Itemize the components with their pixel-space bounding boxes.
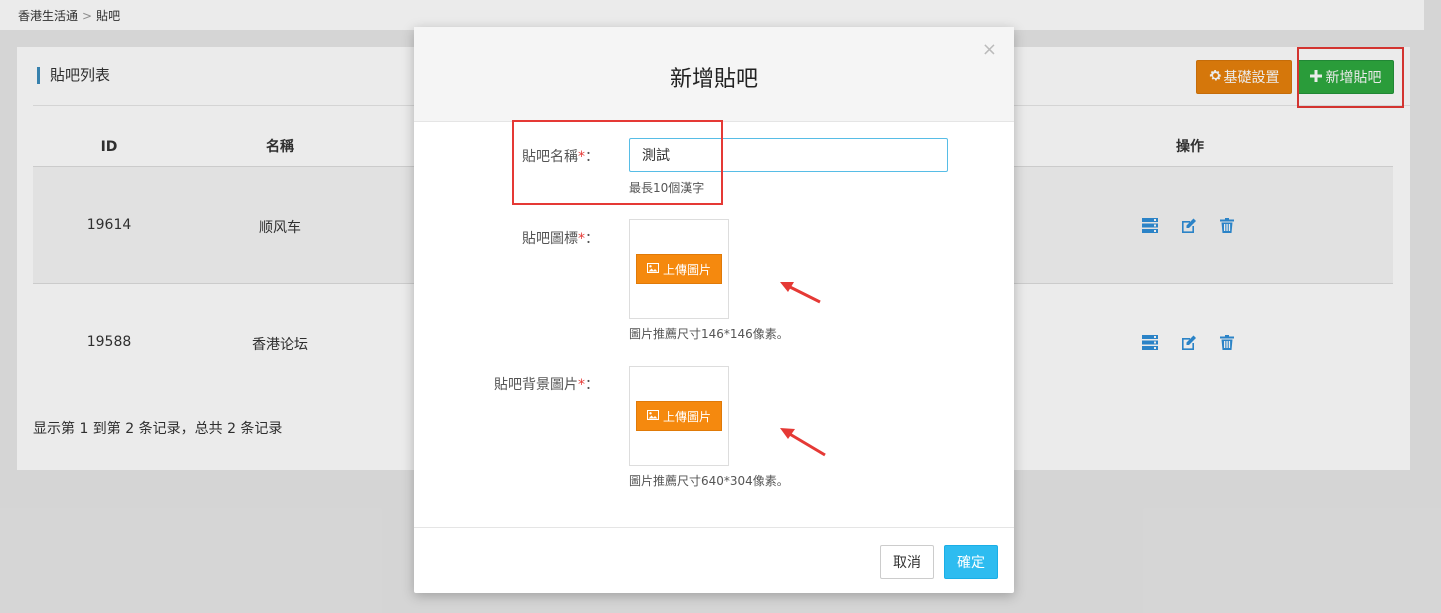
- tieba-icon-upload-button[interactable]: 上傳圖片: [636, 254, 722, 284]
- modal-footer: 取消 確定: [414, 527, 1014, 593]
- confirm-button[interactable]: 確定: [944, 545, 998, 579]
- tieba-icon-upload-box: 上傳圖片: [629, 219, 729, 319]
- add-tieba-modal: 新增貼吧 × 貼吧名稱*： 最長10個漢字 貼吧圖標*： 上傳圖片 圖片推薦尺寸…: [414, 27, 1014, 593]
- annotation-arrow-icon: [780, 428, 826, 457]
- upload-label: 上傳圖片: [662, 262, 711, 277]
- annotation-highlight-box: [512, 120, 723, 205]
- tieba-background-upload-box: 上傳圖片: [629, 366, 729, 466]
- label-colon: ：: [585, 231, 599, 247]
- tieba-icon-help: 圖片推薦尺寸146*146像素。: [629, 327, 789, 341]
- required-mark: *: [578, 377, 585, 393]
- upload-label: 上傳圖片: [662, 409, 711, 424]
- label-colon: ：: [585, 377, 599, 393]
- close-icon[interactable]: ×: [982, 39, 997, 60]
- cancel-button[interactable]: 取消: [880, 545, 934, 579]
- tieba-background-upload-button[interactable]: 上傳圖片: [636, 401, 722, 431]
- annotation-arrow-icon: [780, 282, 821, 304]
- image-icon: [646, 409, 659, 423]
- tieba-background-label-text: 貼吧背景圖片: [494, 377, 578, 393]
- tieba-icon-label: 貼吧圖標*：: [429, 228, 599, 248]
- tieba-background-label: 貼吧背景圖片*：: [429, 374, 599, 394]
- required-mark: *: [578, 231, 585, 247]
- tieba-icon-label-text: 貼吧圖標: [522, 231, 578, 247]
- modal-title: 新增貼吧: [669, 67, 758, 92]
- image-icon: [646, 262, 659, 276]
- tieba-background-help: 圖片推薦尺寸640*304像素。: [629, 474, 789, 488]
- modal-header: 新增貼吧 ×: [414, 27, 1014, 122]
